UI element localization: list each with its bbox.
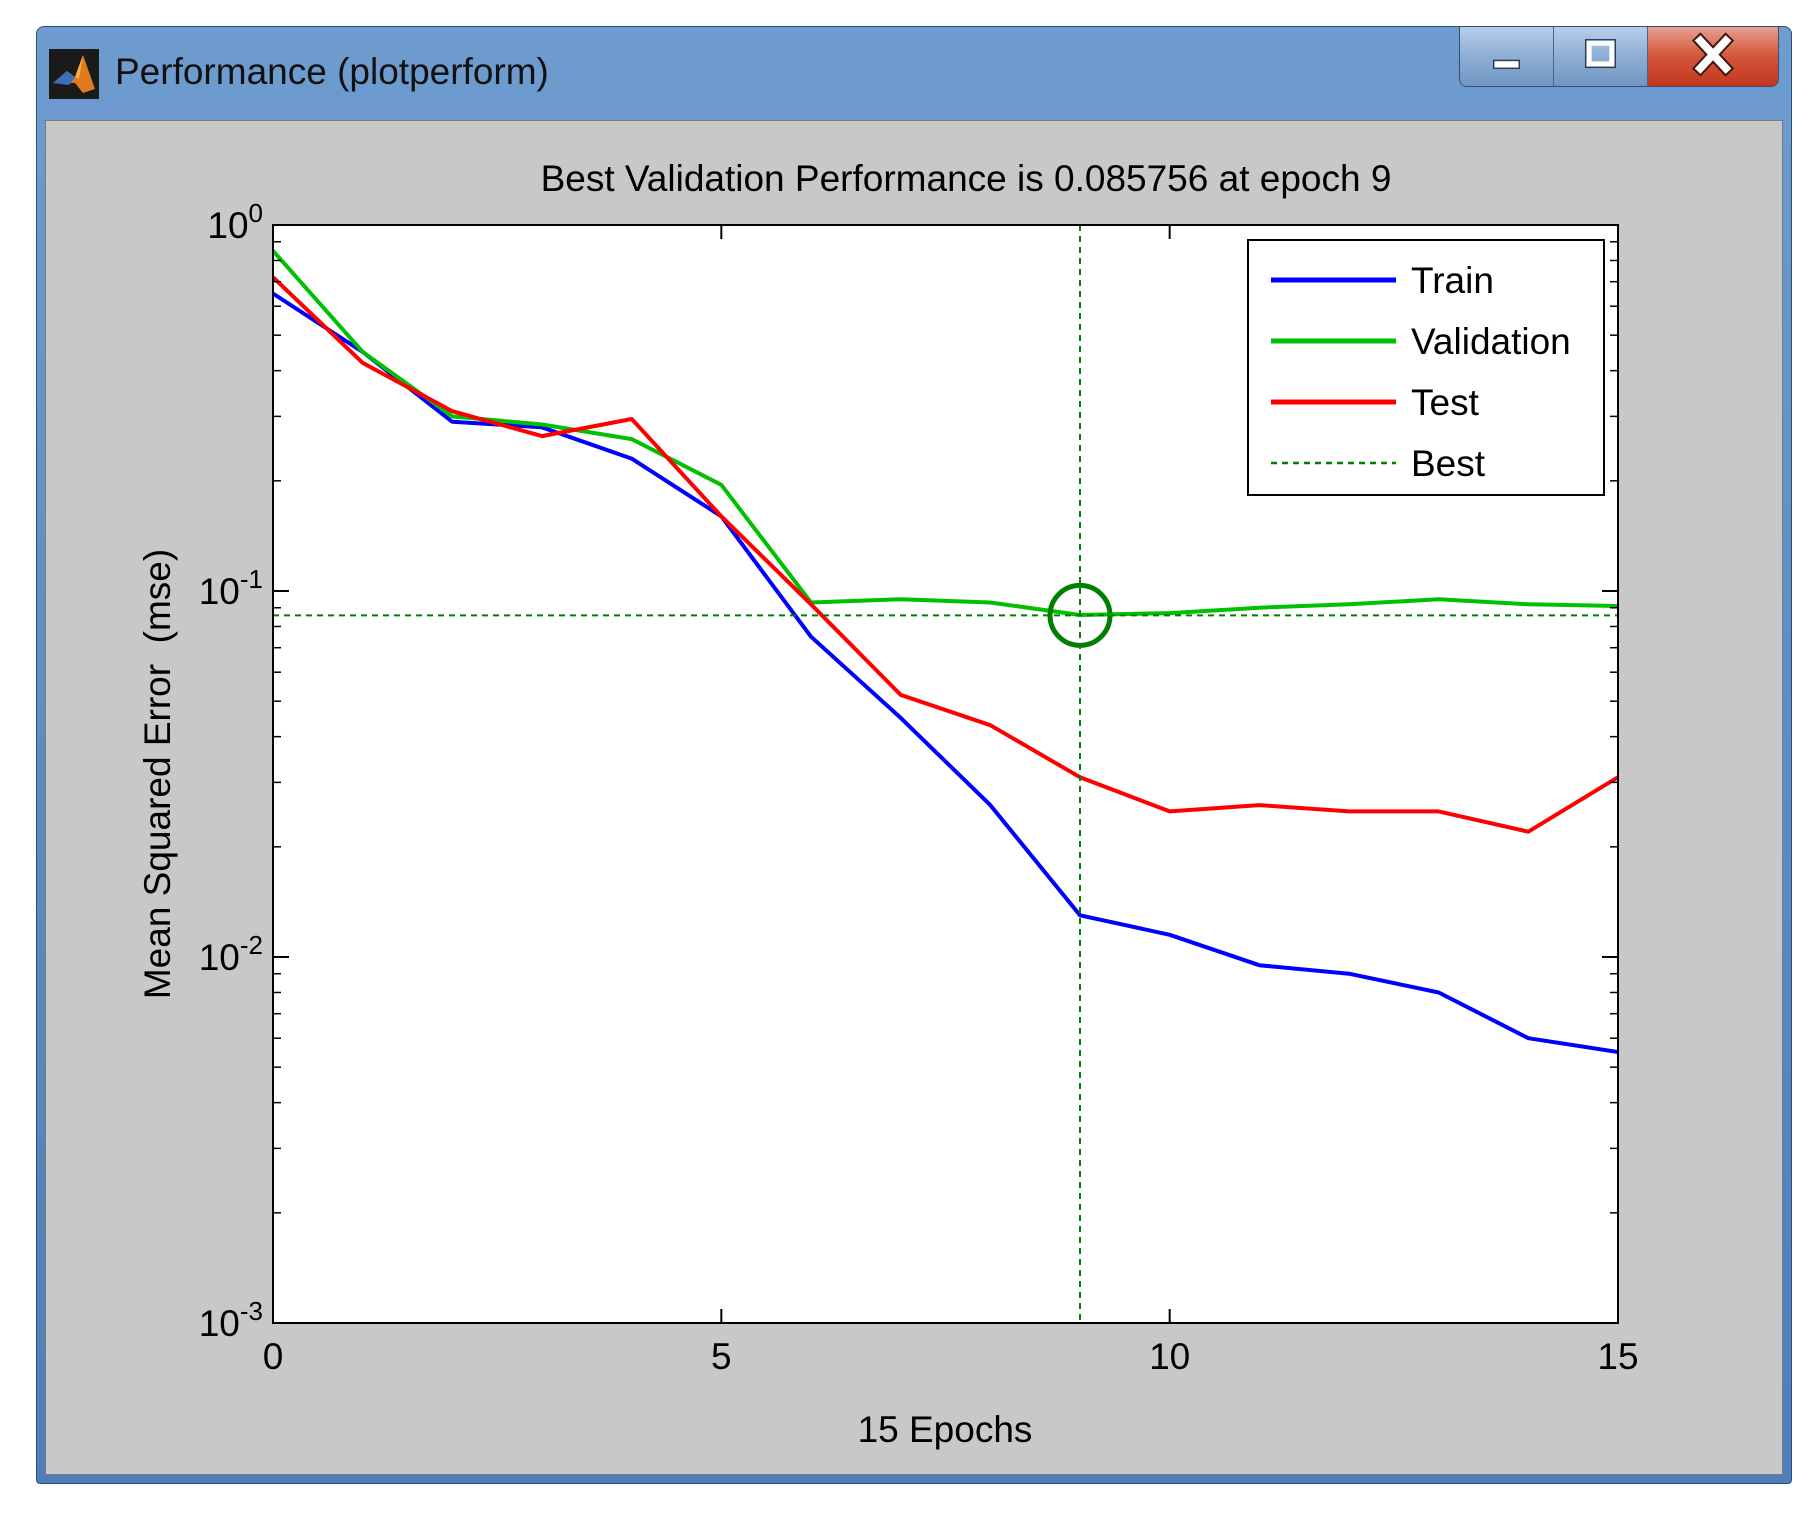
legend-label-test: Test xyxy=(1411,382,1480,423)
legend-label-train: Train xyxy=(1411,260,1494,301)
window-controls xyxy=(1459,27,1779,87)
y-tick-label: 10-3 xyxy=(199,1296,263,1344)
y-tick-label: 10-1 xyxy=(199,564,263,612)
minimize-button[interactable] xyxy=(1460,27,1554,86)
x-tick-label: 0 xyxy=(263,1336,284,1377)
close-icon xyxy=(1691,32,1735,77)
legend: Train Validation Test Best xyxy=(1247,239,1605,496)
x-axis-label: 15 Epochs xyxy=(858,1409,1033,1450)
title-bar[interactable]: Performance (plotperform) xyxy=(37,27,1791,119)
maximize-icon xyxy=(1584,39,1616,69)
legend-label-best: Best xyxy=(1411,443,1486,484)
maximize-button[interactable] xyxy=(1553,27,1648,86)
legend-label-validation: Validation xyxy=(1411,321,1571,362)
chart-title: Best Validation Performance is 0.085756 … xyxy=(541,158,1392,199)
y-axis-label: Mean Squared Error (mse) xyxy=(137,549,178,999)
minimize-icon xyxy=(1492,59,1520,70)
performance-chart: Best Validation Performance is 0.085756 … xyxy=(137,158,1639,1450)
figure-client-area: Best Validation Performance is 0.085756 … xyxy=(45,120,1783,1475)
y-tick-label: 10-2 xyxy=(199,930,263,978)
x-tick-label: 15 xyxy=(1597,1336,1638,1377)
plotperform-window: Performance (plotperform) Best Validatio… xyxy=(36,26,1792,1484)
close-button[interactable] xyxy=(1647,27,1778,86)
window-title: Performance (plotperform) xyxy=(115,51,549,92)
y-tick-label: 100 xyxy=(207,198,263,246)
matlab-icon xyxy=(49,49,99,99)
x-tick-label: 10 xyxy=(1149,1336,1190,1377)
x-tick-label: 5 xyxy=(711,1336,732,1377)
